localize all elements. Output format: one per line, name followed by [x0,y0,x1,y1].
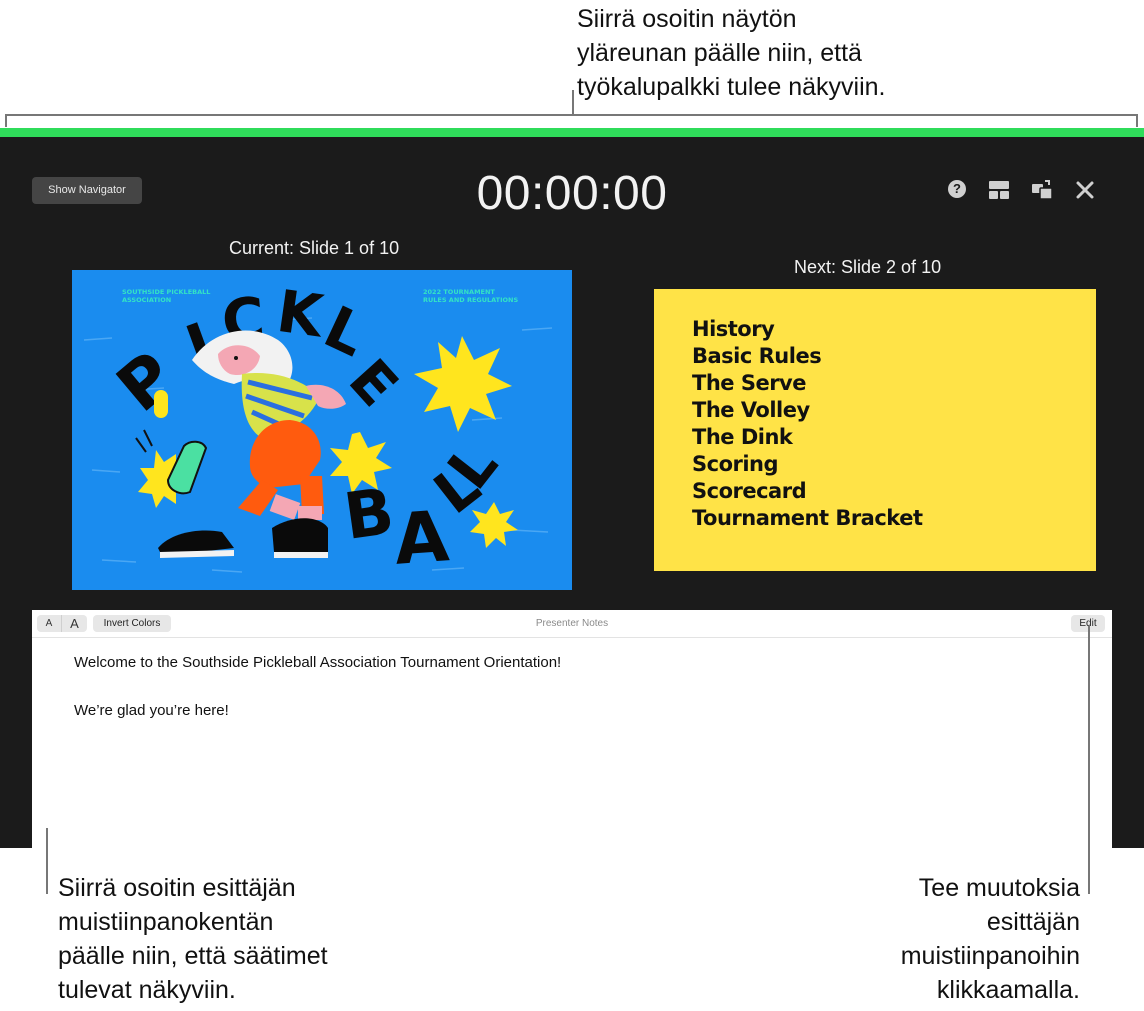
right-callout-leader [1088,626,1090,894]
callout-line: päälle niin, että säätimet [58,942,328,970]
presenter-notes-panel[interactable]: A A Invert Colors Presenter Notes Edit W… [32,610,1112,848]
slide-header-left-1: SOUTHSIDE PICKLEBALL [122,288,210,296]
notes-paragraph: Welcome to the Southside Pickleball Asso… [74,654,562,671]
callout-line: esittäjän [986,908,1080,936]
notes-text[interactable]: Welcome to the Southside Pickleball Asso… [74,654,561,750]
pickleball-illustration: SOUTHSIDE PICKLEBALL ASSOCIATION 2022 TO… [83,277,553,581]
callout-line: Siirrä osoitin näytön [577,5,797,33]
callout-line: klikkaamalla. [936,976,1080,1004]
agenda-list: History Basic Rules The Serve The Volley… [692,316,923,532]
callout-line: tulevat näkyviin. [58,976,236,1004]
top-bracket-right-tick [1136,114,1138,127]
help-icon[interactable]: ? [948,180,966,198]
agenda-item: Scoring [692,452,779,476]
notes-paragraph: We’re glad you’re here! [74,702,229,719]
current-slide: SOUTHSIDE PICKLEBALL ASSOCIATION 2022 TO… [72,270,572,590]
callout-line: muistiinpanoihin [900,942,1080,970]
left-callout-leader [46,828,48,894]
agenda-item: The Volley [692,398,810,422]
layout-icon[interactable] [988,179,1010,201]
current-slide-label: Current: Slide 1 of 10 [229,238,400,258]
next-slide-label: Next: Slide 2 of 10 [794,257,942,277]
slide-header-left-2: ASSOCIATION [122,296,171,304]
player-figure [135,330,346,558]
callout-line: Siirrä osoitin esittäjän [58,874,296,902]
callout-line: työkalupalkki tulee näkyviin. [577,73,886,101]
top-callout-leader [572,90,574,115]
callout-edit-notes: Tee muutoksia esittäjän muistiinpanoihin… [901,871,1080,1007]
swap-displays-icon[interactable] [1031,179,1053,201]
agenda-item: Tournament Bracket [692,506,923,530]
callout-notes-controls: Siirrä osoitin esittäjän muistiinpanoken… [58,871,328,1007]
show-navigator-button[interactable]: Show Navigator [32,177,142,204]
agenda-item: The Dink [692,425,793,449]
callout-line: yläreunan päälle niin, että [577,39,862,67]
agenda-item: History [692,317,775,341]
title-letter: P [103,337,190,427]
agenda-item: Basic Rules [692,344,822,368]
agenda-item: Scorecard [692,479,807,503]
title-letter: A [392,495,452,581]
notes-title: Presenter Notes [535,618,609,629]
slide-header-right-2: RULES AND REGULATIONS [423,296,518,304]
next-slide: History Basic Rules The Serve The Volley… [654,289,1096,571]
title-letter: B [340,475,399,555]
top-bracket-left-tick [5,114,7,127]
close-icon[interactable] [1074,179,1096,201]
timer: 00:00:00 [476,167,668,220]
slide-header-right-1: 2022 TOURNAMENT [423,288,495,296]
agenda-item: The Serve [692,371,806,395]
toolbar-hover-zone[interactable] [0,128,1144,137]
callout-line: Tee muutoksia [918,874,1080,902]
callout-line: muistiinpanokentän [58,908,274,936]
notes-toolbar: A A Invert Colors Presenter Notes Edit [32,610,1112,638]
callout-top: Siirrä osoitin näytön yläreunan päälle n… [577,2,886,104]
presenter-display: Show Navigator 00:00:00 ? Current: Slide… [0,128,1144,848]
